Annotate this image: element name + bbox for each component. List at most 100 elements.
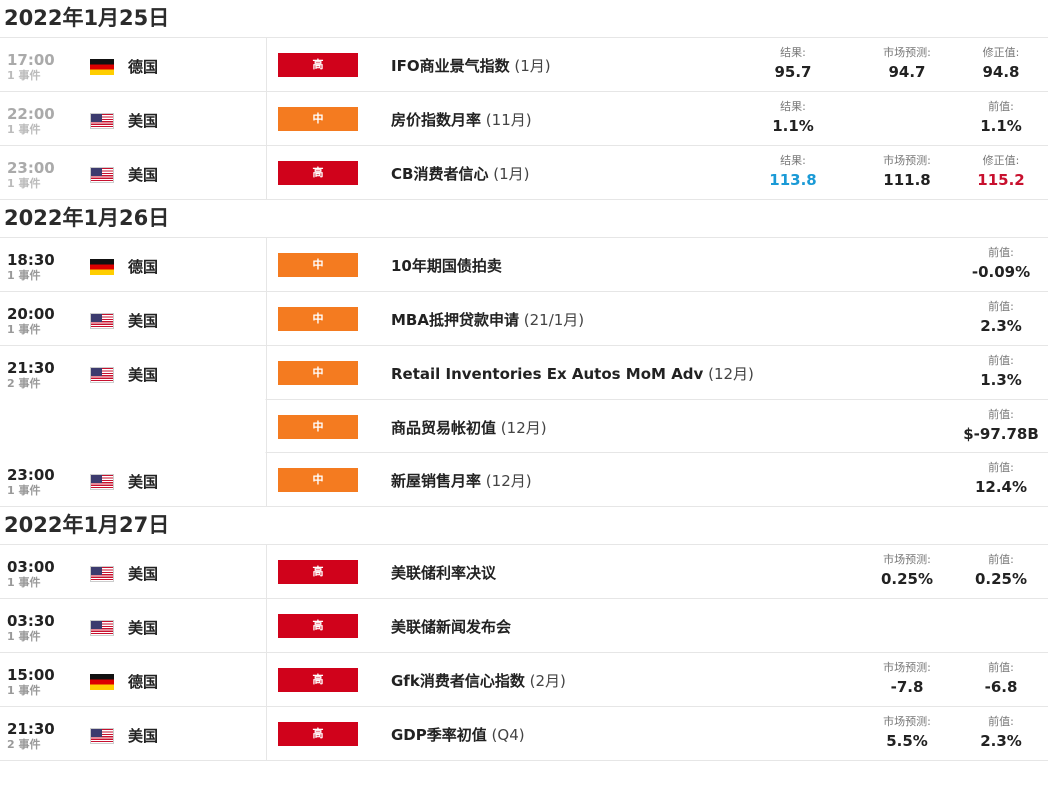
value-cell: 前值: 2.3% bbox=[956, 715, 1046, 753]
time-cell: 23:00 1 事件 bbox=[7, 159, 87, 190]
value-number: 1.1% bbox=[980, 117, 1022, 135]
usa-flag-icon bbox=[90, 166, 114, 183]
country-name: 美国 bbox=[128, 619, 159, 637]
event-time: 21:30 bbox=[7, 359, 55, 377]
impact-badge: 高 bbox=[278, 722, 358, 746]
event-time: 03:00 bbox=[7, 558, 55, 576]
country-name: 德国 bbox=[128, 258, 159, 276]
usa-flag-icon bbox=[90, 112, 114, 129]
value-cell: 市场预测: 0.25% bbox=[862, 553, 952, 591]
time-cell: 20:00 1 事件 bbox=[7, 305, 87, 336]
impact-badge: 中 bbox=[278, 253, 358, 277]
event-row[interactable]: 18:30 1 事件 德国 中 10年期国债拍卖 前值: -0.09% bbox=[0, 238, 1048, 292]
event-list: 18:30 1 事件 德国中 10年期国债拍卖 前值: -0.09% 20:00 1 事件 美国… bbox=[0, 237, 1048, 507]
event-title[interactable]: 美联储新闻发布会 bbox=[391, 616, 511, 637]
value-label: 结果: bbox=[780, 100, 806, 113]
value-cell: 前值: $-97.78B bbox=[956, 408, 1046, 446]
event-title[interactable]: IFO商业景气指数 (1月) bbox=[391, 55, 551, 76]
value-number: 94.8 bbox=[982, 63, 1020, 81]
event-row[interactable]: 23:00 1 事件 美国 高 CB消费者信心 (1月) 结果: 113.8 市场预测: 111… bbox=[0, 146, 1048, 200]
value-label: 市场预测: bbox=[883, 715, 931, 728]
value-cell: 结果: 95.7 bbox=[748, 46, 838, 84]
event-count: 1 事件 bbox=[7, 684, 41, 697]
event-count: 1 事件 bbox=[7, 269, 41, 282]
event-count: 1 事件 bbox=[7, 123, 41, 136]
value-label: 前值: bbox=[988, 461, 1014, 474]
country-name: 美国 bbox=[128, 366, 159, 384]
column-divider bbox=[266, 346, 267, 399]
value-number: 5.5% bbox=[886, 732, 928, 750]
impact-badge: 中 bbox=[278, 361, 358, 385]
event-row[interactable]: 23:00 1 事件 美国 中 新屋销售月率 (12月) 前值: 12.4% bbox=[0, 453, 1048, 507]
event-count: 1 事件 bbox=[7, 484, 41, 497]
event-period: (12月) bbox=[485, 472, 532, 490]
column-divider bbox=[266, 92, 267, 145]
value-number: 113.8 bbox=[769, 171, 817, 189]
event-period: (11月) bbox=[485, 111, 532, 129]
country-name: 美国 bbox=[128, 565, 159, 583]
event-title[interactable]: 美联储利率决议 bbox=[391, 562, 496, 583]
country: 德国 bbox=[90, 671, 158, 692]
event-row[interactable]: 03:00 1 事件 美国 高 美联储利率决议 市场预测: 0.25% 前值: 0.25% bbox=[0, 545, 1048, 599]
event-row[interactable]: 21:30 2 事件 美国 中 Retail Inventories Ex Autos … bbox=[0, 346, 1048, 400]
event-time: 22:00 bbox=[7, 105, 55, 123]
country: 德国 bbox=[90, 256, 158, 277]
impact-badge: 中 bbox=[278, 468, 358, 492]
event-row[interactable]: 21:30 2 事件 美国 高 GDP季率初值 (Q4) 市场预测: 5.5% 前值: 2.3% bbox=[0, 707, 1048, 761]
event-title[interactable]: 房价指数月率 (11月) bbox=[391, 109, 532, 130]
usa-flag-icon bbox=[90, 565, 114, 582]
event-period: (Q4) bbox=[491, 726, 525, 744]
event-title[interactable]: GDP季率初值 (Q4) bbox=[391, 724, 525, 745]
country: 美国 bbox=[90, 563, 158, 584]
event-title[interactable]: Gfk消费者信心指数 (2月) bbox=[391, 670, 566, 691]
value-label: 前值: bbox=[988, 100, 1014, 113]
event-name: 10年期国债拍卖 bbox=[391, 257, 502, 275]
event-count: 2 事件 bbox=[7, 377, 41, 390]
day-section: 2022年1月25日 17:00 1 事件 德国高 IFO商业景气指数 (1月) 结果: 9… bbox=[0, 0, 1048, 200]
country: 美国 bbox=[90, 164, 158, 185]
value-cell: 前值: -0.09% bbox=[956, 246, 1046, 284]
country: 美国 bbox=[90, 110, 158, 131]
germany-flag-icon bbox=[90, 58, 114, 75]
country: 美国 bbox=[90, 471, 158, 492]
event-title[interactable]: 新屋销售月率 (12月) bbox=[391, 470, 532, 491]
column-divider bbox=[266, 545, 267, 598]
country-name: 美国 bbox=[128, 473, 159, 491]
event-name: 美联储利率决议 bbox=[391, 564, 497, 582]
value-number: 111.8 bbox=[883, 171, 931, 189]
event-row[interactable]: 03:30 1 事件 美国 高 美联储新闻发布会 bbox=[0, 599, 1048, 653]
country: 美国 bbox=[90, 725, 158, 746]
event-title[interactable]: MBA抵押贷款申请 (21/1月) bbox=[391, 309, 584, 330]
event-row[interactable]: 20:00 1 事件 美国 中 MBA抵押贷款申请 (21/1月) 前值: 2.3% bbox=[0, 292, 1048, 346]
value-cell: 市场预测: 111.8 bbox=[862, 154, 952, 192]
impact-badge: 中 bbox=[278, 107, 358, 131]
event-count: 1 事件 bbox=[7, 177, 41, 190]
column-divider bbox=[266, 453, 267, 506]
event-time: 15:00 bbox=[7, 666, 55, 684]
event-name: GDP季率初值 bbox=[391, 726, 487, 744]
event-title[interactable]: 商品贸易帐初值 (12月) bbox=[391, 417, 547, 438]
event-name: MBA抵押贷款申请 bbox=[391, 311, 519, 329]
event-period: (2月) bbox=[529, 672, 566, 690]
country: 德国 bbox=[90, 56, 158, 77]
event-count: 1 事件 bbox=[7, 576, 41, 589]
value-number: 1.1% bbox=[772, 117, 814, 135]
event-row[interactable]: 中 商品贸易帐初值 (12月) 前值: $-97.78B bbox=[0, 399, 1048, 453]
event-period: (1月) bbox=[514, 57, 551, 75]
value-number: -7.8 bbox=[890, 678, 924, 696]
event-row[interactable]: 22:00 1 事件 美国 中 房价指数月率 (11月) 结果: 1.1% 前值: 1.1% bbox=[0, 92, 1048, 146]
event-time: 23:00 bbox=[7, 466, 55, 484]
event-title[interactable]: CB消费者信心 (1月) bbox=[391, 163, 529, 184]
value-cell: 前值: -6.8 bbox=[956, 661, 1046, 699]
value-number: -0.09% bbox=[971, 263, 1031, 281]
event-title[interactable]: Retail Inventories Ex Autos MoM Adv (12月… bbox=[391, 363, 754, 384]
event-list: 03:00 1 事件 美国高美联储利率决议 市场预测: 0.25% 前值: 0.25% 03:… bbox=[0, 544, 1048, 761]
event-row[interactable]: 15:00 1 事件 德国 高 Gfk消费者信心指数 (2月) 市场预测: -7.8 前值: -… bbox=[0, 653, 1048, 707]
event-title[interactable]: 10年期国债拍卖 bbox=[391, 255, 502, 276]
value-cell: 结果: 113.8 bbox=[748, 154, 838, 192]
event-name: Gfk消费者信心指数 bbox=[391, 672, 525, 690]
event-row[interactable]: 17:00 1 事件 德国 高 IFO商业景气指数 (1月) 结果: 95.7 市场预测: 94… bbox=[0, 38, 1048, 92]
time-cell: 15:00 1 事件 bbox=[7, 666, 87, 697]
event-name: CB消费者信心 bbox=[391, 165, 489, 183]
usa-flag-icon bbox=[90, 727, 114, 744]
